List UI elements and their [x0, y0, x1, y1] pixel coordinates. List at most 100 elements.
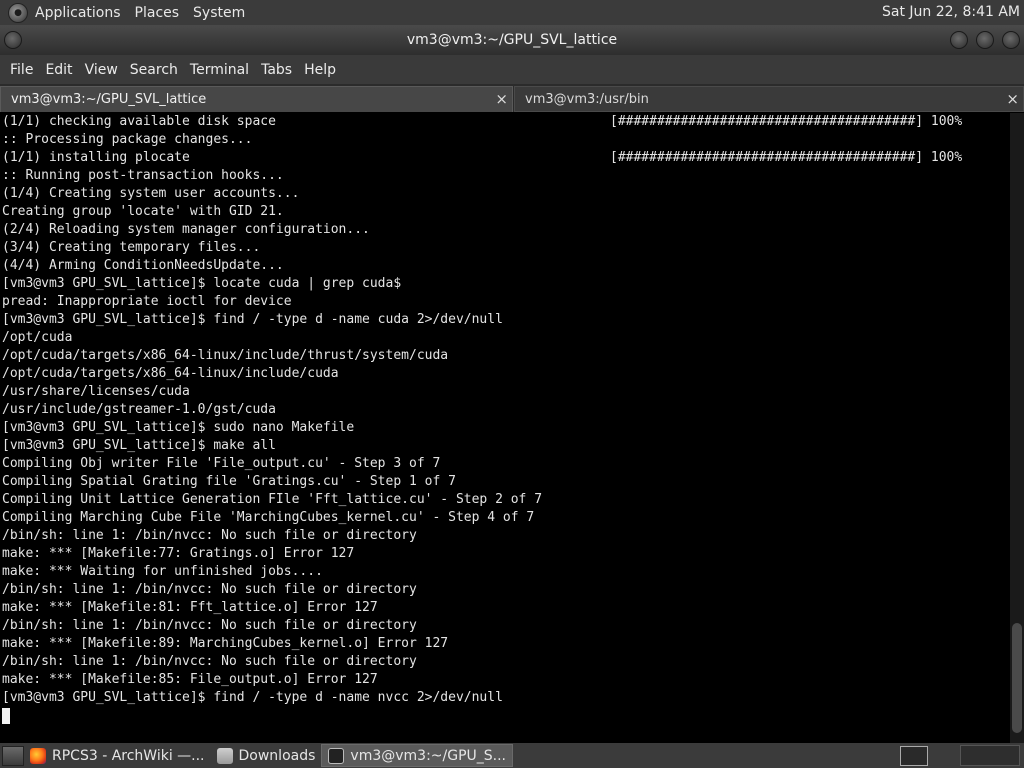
window-title: vm3@vm3:~/GPU_SVL_lattice	[406, 32, 618, 48]
terminal-line: [vm3@vm3 GPU_SVL_lattice]$ find / -type …	[0, 689, 1010, 707]
terminal-line-text: (1/1) checking available disk space	[2, 114, 276, 129]
tab-close-icon[interactable]: ×	[1006, 90, 1019, 108]
terminal-line-text: Compiling Spatial Grating file 'Gratings…	[2, 474, 456, 489]
terminal-line: Compiling Spatial Grating file 'Gratings…	[0, 473, 1010, 491]
terminal-line-text: /usr/include/gstreamer-1.0/gst/cuda	[2, 402, 276, 417]
terminal-line-text: :: Processing package changes...	[2, 132, 253, 147]
menubar: File Edit View Search Terminal Tabs Help	[0, 55, 1024, 84]
maximize-button[interactable]	[976, 31, 994, 49]
terminal-line-text: Compiling Marching Cube File 'MarchingCu…	[2, 510, 535, 525]
menu-search[interactable]: Search	[124, 62, 184, 78]
terminal-line-text: make: *** [Makefile:85: File_output.o] E…	[2, 672, 378, 687]
terminal-line-text: :: Running post-transaction hooks...	[2, 168, 284, 183]
terminal-line: /usr/include/gstreamer-1.0/gst/cuda	[0, 401, 1010, 419]
terminal-line: make: *** [Makefile:77: Gratings.o] Erro…	[0, 545, 1010, 563]
terminal-line: [vm3@vm3 GPU_SVL_lattice]$ sudo nano Mak…	[0, 419, 1010, 437]
terminal-line-text: (3/4) Creating temporary files...	[2, 240, 261, 255]
terminal-line-text: /opt/cuda/targets/x86_64-linux/include/t…	[2, 348, 449, 363]
menu-view[interactable]: View	[79, 62, 124, 78]
window-titlebar[interactable]: vm3@vm3:~/GPU_SVL_lattice	[0, 25, 1024, 55]
applications-menu[interactable]: Applications	[28, 5, 128, 21]
terminal-line: /usr/share/licenses/cuda	[0, 383, 1010, 401]
terminal-line-text: Compiling Unit Lattice Generation FIle '…	[2, 492, 543, 507]
tray-area[interactable]	[960, 745, 1020, 766]
terminal-line: Compiling Unit Lattice Generation FIle '…	[0, 491, 1010, 509]
top-panel: ● Applications Places System Sat Jun 22,…	[0, 0, 1024, 25]
tab-usr-bin[interactable]: vm3@vm3:/usr/bin ×	[514, 86, 1024, 112]
terminal-line-text: /bin/sh: line 1: /bin/nvcc: No such file…	[2, 582, 417, 597]
terminal-line-text: /opt/cuda	[2, 330, 73, 345]
folder-icon	[216, 747, 233, 764]
terminal-line: :: Running post-transaction hooks...	[0, 167, 1010, 185]
terminal-output[interactable]: (1/1) checking available disk space [####…	[0, 113, 1010, 743]
terminal-line: Creating group 'locate' with GID 21.	[0, 203, 1010, 221]
terminal-line-text: make: *** [Makefile:81: Fft_lattice.o] E…	[2, 600, 378, 615]
menu-tabs[interactable]: Tabs	[255, 62, 298, 78]
workspace-switcher[interactable]	[900, 746, 928, 766]
terminal-line-text: /usr/share/licenses/cuda	[2, 384, 190, 399]
terminal-line: (1/1) checking available disk space [####…	[0, 113, 1010, 131]
terminal-line-text: [vm3@vm3 GPU_SVL_lattice]$ make all	[2, 438, 276, 453]
terminal-line: /bin/sh: line 1: /bin/nvcc: No such file…	[0, 617, 1010, 635]
terminal-line: make: *** Waiting for unfinished jobs...…	[0, 563, 1010, 581]
tab-close-icon[interactable]: ×	[495, 90, 508, 108]
taskbar-item-label: Downloads	[238, 747, 316, 764]
scrollbar-thumb[interactable]	[1012, 623, 1022, 733]
terminal-line: /bin/sh: line 1: /bin/nvcc: No such file…	[0, 581, 1010, 599]
clock[interactable]: Sat Jun 22, 8:41 AM	[882, 4, 1020, 20]
terminal-line: /bin/sh: line 1: /bin/nvcc: No such file…	[0, 653, 1010, 671]
taskbar-item-label: RPCS3 - ArchWiki —...	[52, 747, 205, 764]
terminal-line: (1/4) Creating system user accounts...	[0, 185, 1010, 203]
terminal-line-text: (1/1) installing plocate	[2, 150, 190, 165]
terminal-line-text: pread: Inappropriate ioctl for device	[2, 294, 292, 309]
terminal-cursor-line	[0, 707, 1010, 725]
terminal-line: make: *** [Makefile:81: Fft_lattice.o] E…	[0, 599, 1010, 617]
taskbar: RPCS3 - ArchWiki —... Downloads vm3@vm3:…	[0, 743, 1024, 768]
terminal-line-text: make: *** [Makefile:77: Gratings.o] Erro…	[2, 546, 355, 561]
menu-help[interactable]: Help	[298, 62, 342, 78]
terminal-line: /opt/cuda	[0, 329, 1010, 347]
system-menu[interactable]: System	[186, 5, 252, 21]
terminal-line-text: /bin/sh: line 1: /bin/nvcc: No such file…	[2, 654, 417, 669]
distro-logo-icon[interactable]: ●	[8, 2, 28, 23]
terminal-line: /bin/sh: line 1: /bin/nvcc: No such file…	[0, 527, 1010, 545]
terminal-line-text: make: *** Waiting for unfinished jobs...…	[2, 564, 323, 579]
terminal-line: make: *** [Makefile:85: File_output.o] E…	[0, 671, 1010, 689]
terminal-line: /opt/cuda/targets/x86_64-linux/include/t…	[0, 347, 1010, 365]
terminal-line: [vm3@vm3 GPU_SVL_lattice]$ find / -type …	[0, 311, 1010, 329]
terminal-line: [vm3@vm3 GPU_SVL_lattice]$ locate cuda |…	[0, 275, 1010, 293]
menu-terminal[interactable]: Terminal	[184, 62, 255, 78]
terminal-line-text: make: *** [Makefile:89: MarchingCubes_ke…	[2, 636, 449, 651]
terminal-line-text: /opt/cuda/targets/x86_64-linux/include/c…	[2, 366, 339, 381]
terminal-line: :: Processing package changes...	[0, 131, 1010, 149]
places-menu[interactable]: Places	[128, 5, 187, 21]
show-desktop-button[interactable]	[2, 745, 24, 766]
taskbar-item-label: vm3@vm3:~/GPU_S...	[350, 747, 507, 764]
menu-file[interactable]: File	[4, 62, 39, 78]
terminal-line: [vm3@vm3 GPU_SVL_lattice]$ make all	[0, 437, 1010, 455]
taskbar-item-terminal[interactable]: vm3@vm3:~/GPU_S...	[321, 744, 514, 767]
terminal-line: /opt/cuda/targets/x86_64-linux/include/c…	[0, 365, 1010, 383]
tab-bar: vm3@vm3:~/GPU_SVL_lattice × vm3@vm3:/usr…	[0, 84, 1024, 112]
minimize-button[interactable]	[950, 31, 968, 49]
terminal-line: (3/4) Creating temporary files...	[0, 239, 1010, 257]
taskbar-item-firefox[interactable]: RPCS3 - ArchWiki —...	[24, 744, 211, 767]
terminal-line-text: [vm3@vm3 GPU_SVL_lattice]$ find / -type …	[2, 690, 503, 705]
terminal-line-text: /bin/sh: line 1: /bin/nvcc: No such file…	[2, 528, 417, 543]
terminal-scrollbar[interactable]	[1010, 113, 1024, 743]
terminal-line-text: [vm3@vm3 GPU_SVL_lattice]$ sudo nano Mak…	[2, 420, 355, 435]
tab-label: vm3@vm3:~/GPU_SVL_lattice	[11, 92, 207, 107]
terminal-line: Compiling Marching Cube File 'MarchingCu…	[0, 509, 1010, 527]
terminal-line-text: [vm3@vm3 GPU_SVL_lattice]$ find / -type …	[2, 312, 503, 327]
terminal-line: make: *** [Makefile:89: MarchingCubes_ke…	[0, 635, 1010, 653]
tab-gpu-svl-lattice[interactable]: vm3@vm3:~/GPU_SVL_lattice ×	[0, 86, 513, 112]
window-menu-button[interactable]	[4, 31, 22, 49]
terminal-line-text: Compiling Obj writer File 'File_output.c…	[2, 456, 441, 471]
menu-edit[interactable]: Edit	[39, 62, 78, 78]
taskbar-item-downloads[interactable]: Downloads	[211, 744, 322, 767]
tab-label: vm3@vm3:/usr/bin	[525, 91, 649, 107]
terminal-line: (1/1) installing plocate [###############…	[0, 149, 1010, 167]
firefox-icon	[30, 747, 46, 764]
terminal-line-text: (1/4) Creating system user accounts...	[2, 186, 300, 201]
close-window-button[interactable]	[1002, 31, 1020, 49]
